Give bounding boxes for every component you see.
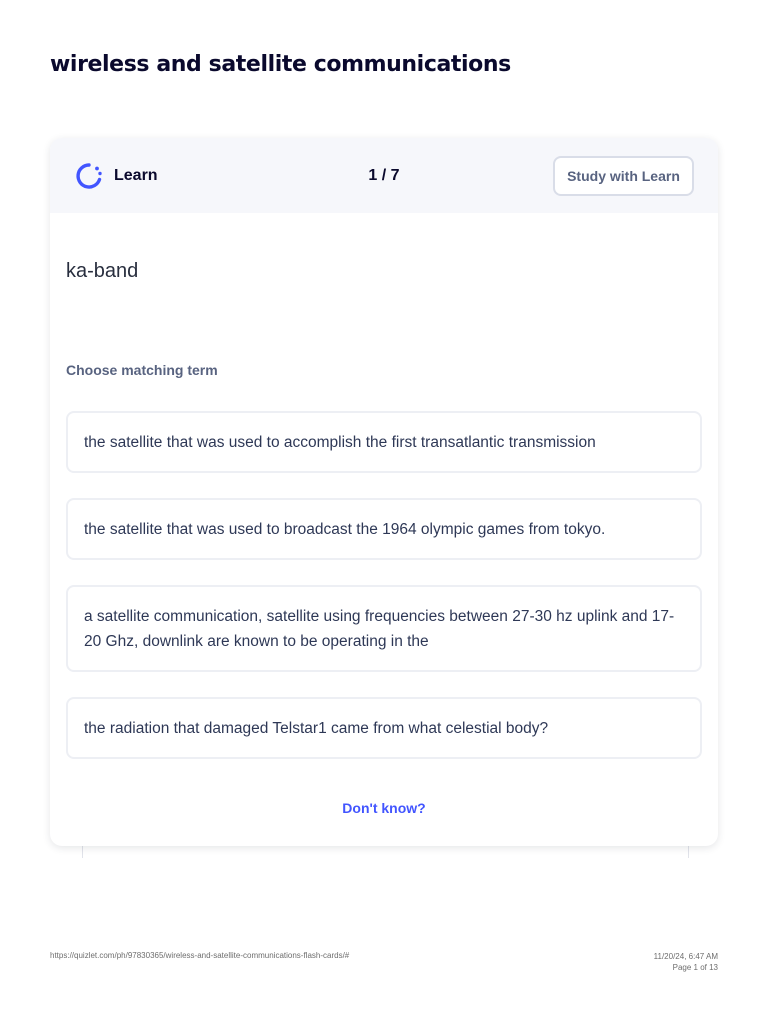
- study-with-learn-button[interactable]: Study with Learn: [553, 156, 694, 196]
- answer-option[interactable]: the satellite that was used to accomplis…: [66, 411, 702, 473]
- choose-prompt: Choose matching term: [66, 362, 218, 378]
- answer-option-text: the satellite that was used to accomplis…: [84, 433, 596, 451]
- term-text: ka-band: [66, 260, 139, 282]
- answer-option[interactable]: a satellite communication, satellite usi…: [66, 585, 702, 672]
- answer-option-text: the satellite that was used to broadcast…: [84, 520, 606, 538]
- answer-option[interactable]: the satellite that was used to broadcast…: [66, 498, 702, 560]
- dont-know-link[interactable]: Don't know?: [50, 800, 718, 816]
- footer-timestamp: 11/20/24, 6:47 AM: [653, 952, 718, 961]
- footer-page-number: Page 1 of 13: [672, 963, 718, 972]
- card-header: Learn 1 / 7 Study with Learn: [50, 138, 718, 213]
- footer-meta: 11/20/24, 6:47 AM Page 1 of 13: [654, 951, 718, 973]
- answer-option-text: the radiation that damaged Telstar1 came…: [84, 719, 549, 737]
- answer-option-text: a satellite communication, satellite usi…: [84, 607, 675, 650]
- footer-url: https://quizlet.com/ph/97830365/wireless…: [50, 951, 350, 960]
- answer-option[interactable]: the radiation that damaged Telstar1 came…: [66, 697, 702, 759]
- learn-card: Learn 1 / 7 Study with Learn ka-band Cho…: [50, 138, 718, 846]
- page-title: wireless and satellite communications: [50, 52, 511, 77]
- card-stack-edge: [82, 846, 689, 858]
